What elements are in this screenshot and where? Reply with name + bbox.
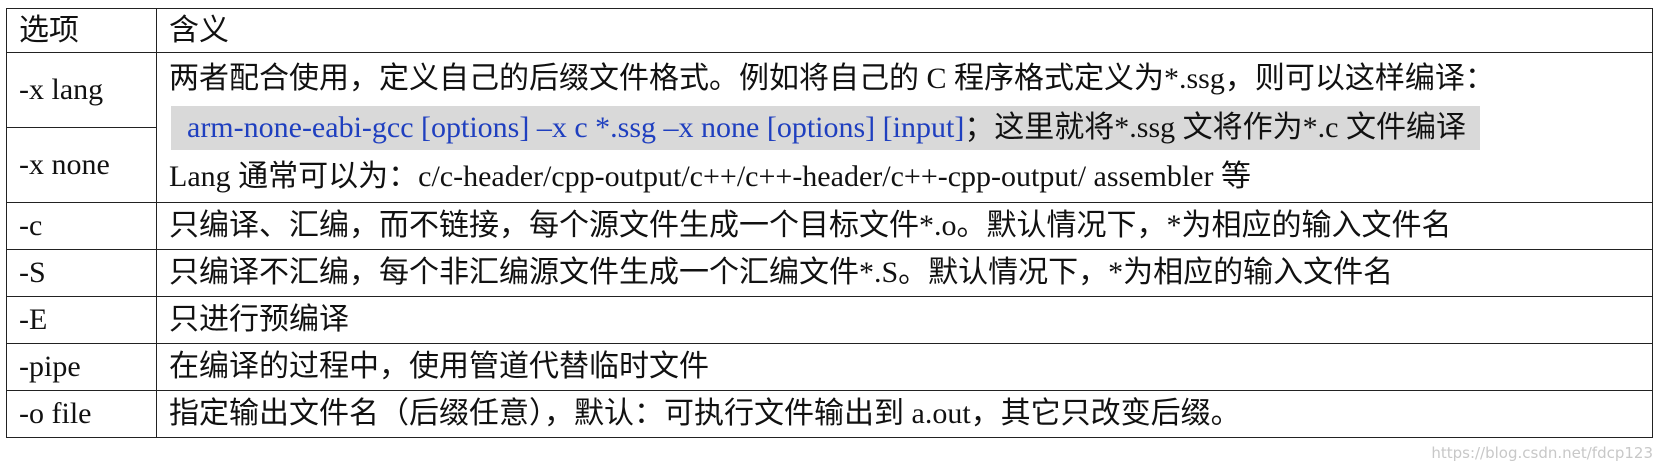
x-lang-line-2: arm-none-eabi-gcc [options] –x c *.ssg –…: [169, 103, 1652, 152]
table-row-x-lang: -x lang 两者配合使用，定义自己的后缀文件格式。例如将自己的 C 程序格式…: [6, 52, 1653, 203]
x-lang-none-meaning: 两者配合使用，定义自己的后缀文件格式。例如将自己的 C 程序格式定义为*.ssg…: [156, 52, 1653, 203]
table-header-row: 选项 含义: [6, 8, 1653, 53]
option-cell: -c: [6, 202, 157, 250]
options-table: 选项 含义 -x lang 两者配合使用，定义自己的后缀文件格式。例如将自己的 …: [6, 8, 1653, 438]
option-x-none: -x none: [6, 127, 157, 203]
table-row: -c 只编译、汇编，而不链接，每个源文件生成一个目标文件*.o。默认情况下，*为…: [6, 202, 1653, 250]
option-cell: -S: [6, 249, 157, 297]
meaning-cell: 只编译、汇编，而不链接，每个源文件生成一个目标文件*.o。默认情况下，*为相应的…: [156, 202, 1653, 250]
table-row: -E 只进行预编译: [6, 296, 1653, 344]
meaning-cell: 在编译的过程中，使用管道代替临时文件: [156, 343, 1653, 391]
option-x-lang: -x lang: [6, 52, 157, 128]
code-command: arm-none-eabi-gcc [options] –x c *.ssg –…: [187, 110, 965, 144]
x-lang-line-3: Lang 通常可以为：c/c-header/cpp-output/c++/c++…: [169, 159, 1251, 193]
code-note: ；这里就将*.ssg 文将作为*.c 文件编译: [964, 110, 1466, 144]
code-example-box: arm-none-eabi-gcc [options] –x c *.ssg –…: [171, 105, 1480, 150]
x-lang-line-1: 两者配合使用，定义自己的后缀文件格式。例如将自己的 C 程序格式定义为*.ssg…: [169, 61, 1495, 95]
header-meaning: 含义: [156, 8, 1653, 53]
meaning-cell: 只进行预编译: [156, 296, 1653, 344]
watermark: https://blog.csdn.net/fdcp123: [1431, 444, 1653, 462]
option-cell: -E: [6, 296, 157, 344]
option-cell: -pipe: [6, 343, 157, 391]
meaning-cell: 只编译不汇编，每个非汇编源文件生成一个汇编文件*.S。默认情况下，*为相应的输入…: [156, 249, 1653, 297]
option-cell: -o file: [6, 390, 157, 438]
meaning-cell: 指定输出文件名（后缀任意），默认：可执行文件输出到 a.out，其它只改变后缀。: [156, 390, 1653, 438]
header-option: 选项: [6, 8, 157, 53]
table-row: -pipe 在编译的过程中，使用管道代替临时文件: [6, 343, 1653, 391]
table-row: -S 只编译不汇编，每个非汇编源文件生成一个汇编文件*.S。默认情况下，*为相应…: [6, 249, 1653, 297]
table-row: -o file 指定输出文件名（后缀任意），默认：可执行文件输出到 a.out，…: [6, 390, 1653, 438]
